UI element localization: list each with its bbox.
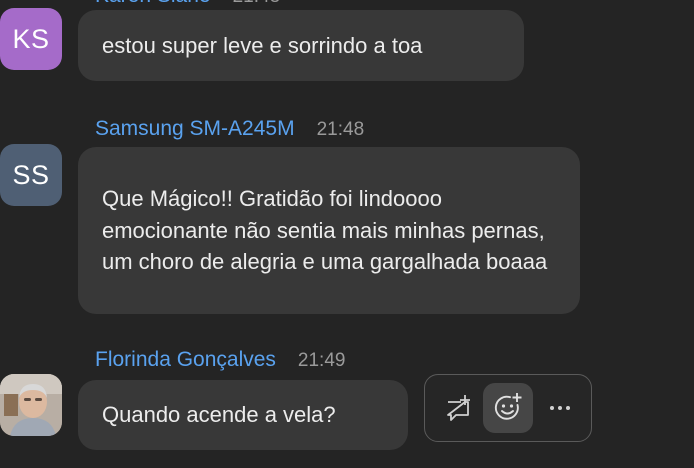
sender-name[interactable]: Florinda Gonçalves [95, 348, 276, 372]
avatar[interactable]: KS [0, 8, 62, 70]
message-bubble[interactable]: Quando acende a vela? [78, 380, 408, 450]
avatar-initials: SS [12, 159, 50, 190]
add-reaction-button[interactable] [483, 383, 533, 433]
message-bubble[interactable]: estou super leve e sorrindo a toa [78, 10, 524, 81]
message-bubble[interactable]: Que Mágico!! Gratidão foi lindoooo emoci… [78, 147, 580, 314]
message-3-header: Florinda Gonçalves 21:49 [95, 348, 345, 372]
message-2-header: Samsung SM-A245M 21:48 [95, 117, 364, 141]
message-time: 21:49 [297, 350, 346, 371]
add-reaction-icon [494, 393, 522, 420]
message-actions-toolbar [424, 374, 592, 442]
avatar-photo[interactable] [0, 374, 62, 436]
avatar-initials: KS [12, 23, 50, 54]
profile-photo-icon [0, 374, 62, 436]
message-time: 21:48 [233, 0, 281, 8]
avatar[interactable]: SS [0, 144, 62, 206]
sender-name[interactable]: Karen Slane [95, 0, 211, 8]
message-time: 21:48 [316, 119, 365, 140]
message-text: Quando acende a vela? [102, 402, 336, 428]
message-text: estou super leve e sorrindo a toa [102, 32, 423, 58]
reply-in-thread-button[interactable] [433, 383, 483, 433]
more-icon [550, 406, 570, 410]
reply-comment-icon [447, 395, 470, 421]
more-options-button[interactable] [535, 383, 585, 433]
message-text: Que Mágico!! Gratidão foi lindoooo emoci… [102, 186, 548, 275]
message-1-header: Karen Slane 21:48 [95, 0, 280, 8]
sender-name[interactable]: Samsung SM-A245M [95, 117, 295, 141]
